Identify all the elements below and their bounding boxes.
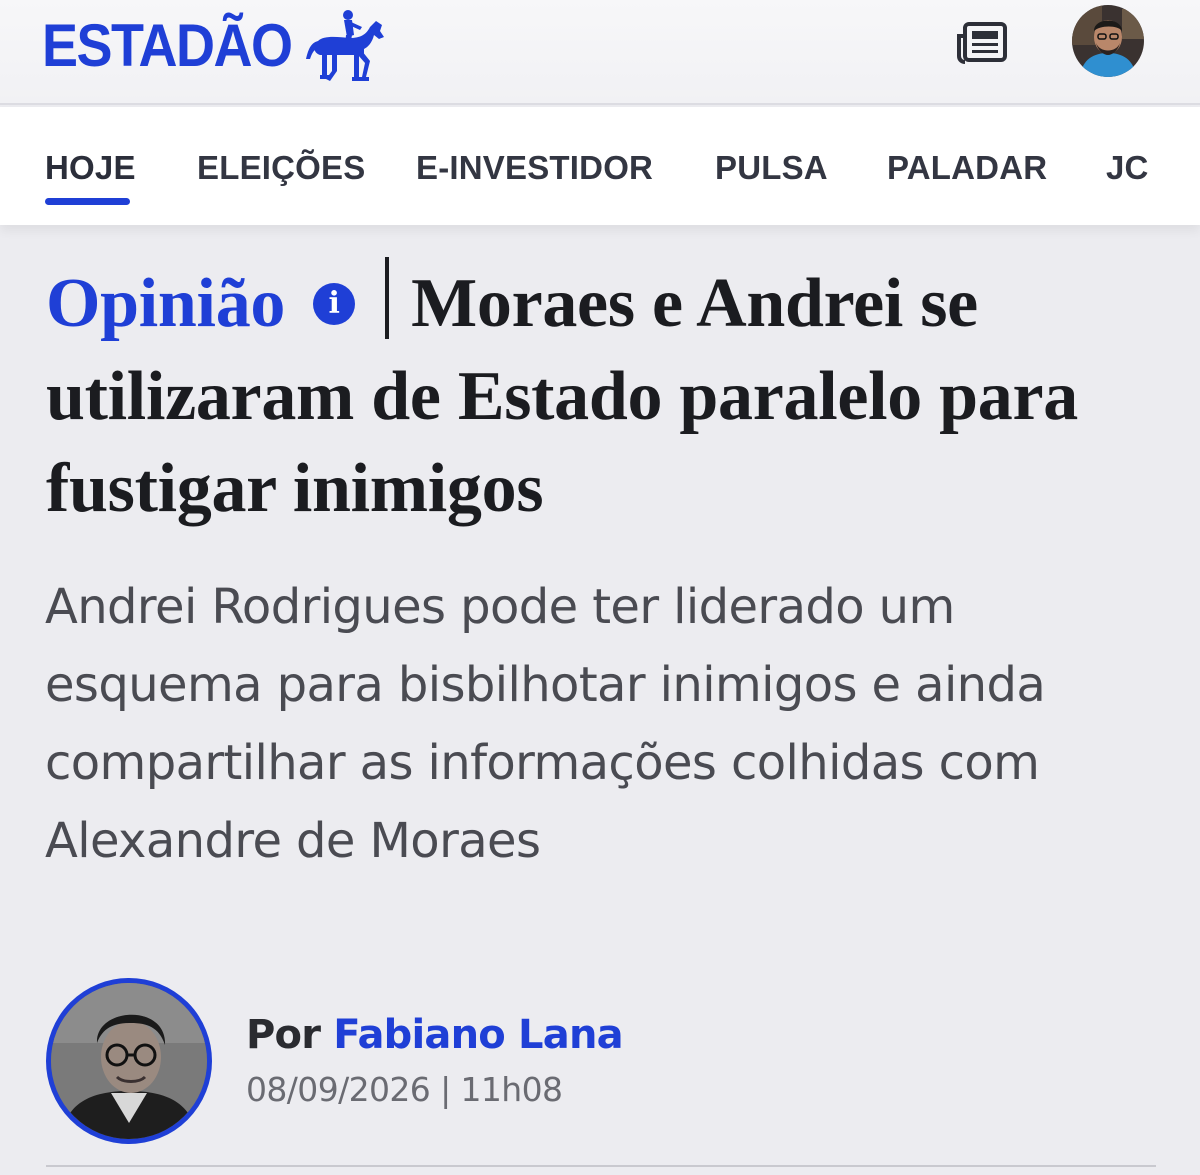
nav-item-paladar[interactable]: PALADAR (887, 149, 1047, 187)
estadao-logo[interactable]: ESTADÃO (42, 10, 388, 82)
publish-date: 08/09/2026 | 11h08 (246, 1070, 563, 1109)
article-subtitle: Andrei Rodrigues pode ter liderado um es… (45, 579, 1046, 869)
author-photo[interactable] (46, 978, 212, 1144)
active-tab-indicator (45, 198, 130, 205)
nav-item-e-investidor[interactable]: E-INVESTIDOR (416, 149, 653, 187)
section-nav: HOJE ELEIÇÕES E-INVESTIDOR PULSA PALADAR… (0, 107, 1200, 225)
divider (46, 1165, 1156, 1167)
nav-item-hoje[interactable]: HOJE (45, 149, 136, 187)
section-kicker[interactable]: Opinião (46, 265, 285, 342)
horse-rider-logo-icon (305, 10, 384, 81)
top-bar: ESTADÃO (0, 0, 1200, 105)
article-headline: Opinião i Moraes e Andrei se utilizaram de… (46, 256, 1166, 535)
byline-prefix: Por (246, 1012, 321, 1058)
user-avatar[interactable] (1072, 5, 1144, 77)
nav-item-eleicoes[interactable]: ELEIÇÕES (197, 149, 365, 187)
newspaper-icon[interactable] (955, 20, 1009, 66)
logo-text: ESTADÃO (42, 12, 293, 80)
kicker-separator (385, 256, 390, 339)
nav-item-pulsa[interactable]: PULSA (715, 149, 828, 187)
nav-item-jc[interactable]: JC (1106, 149, 1149, 187)
byline: Por Fabiano Lana (246, 1012, 624, 1058)
author-name-link[interactable]: Fabiano Lana (333, 1012, 623, 1058)
info-icon[interactable]: i (313, 282, 356, 325)
